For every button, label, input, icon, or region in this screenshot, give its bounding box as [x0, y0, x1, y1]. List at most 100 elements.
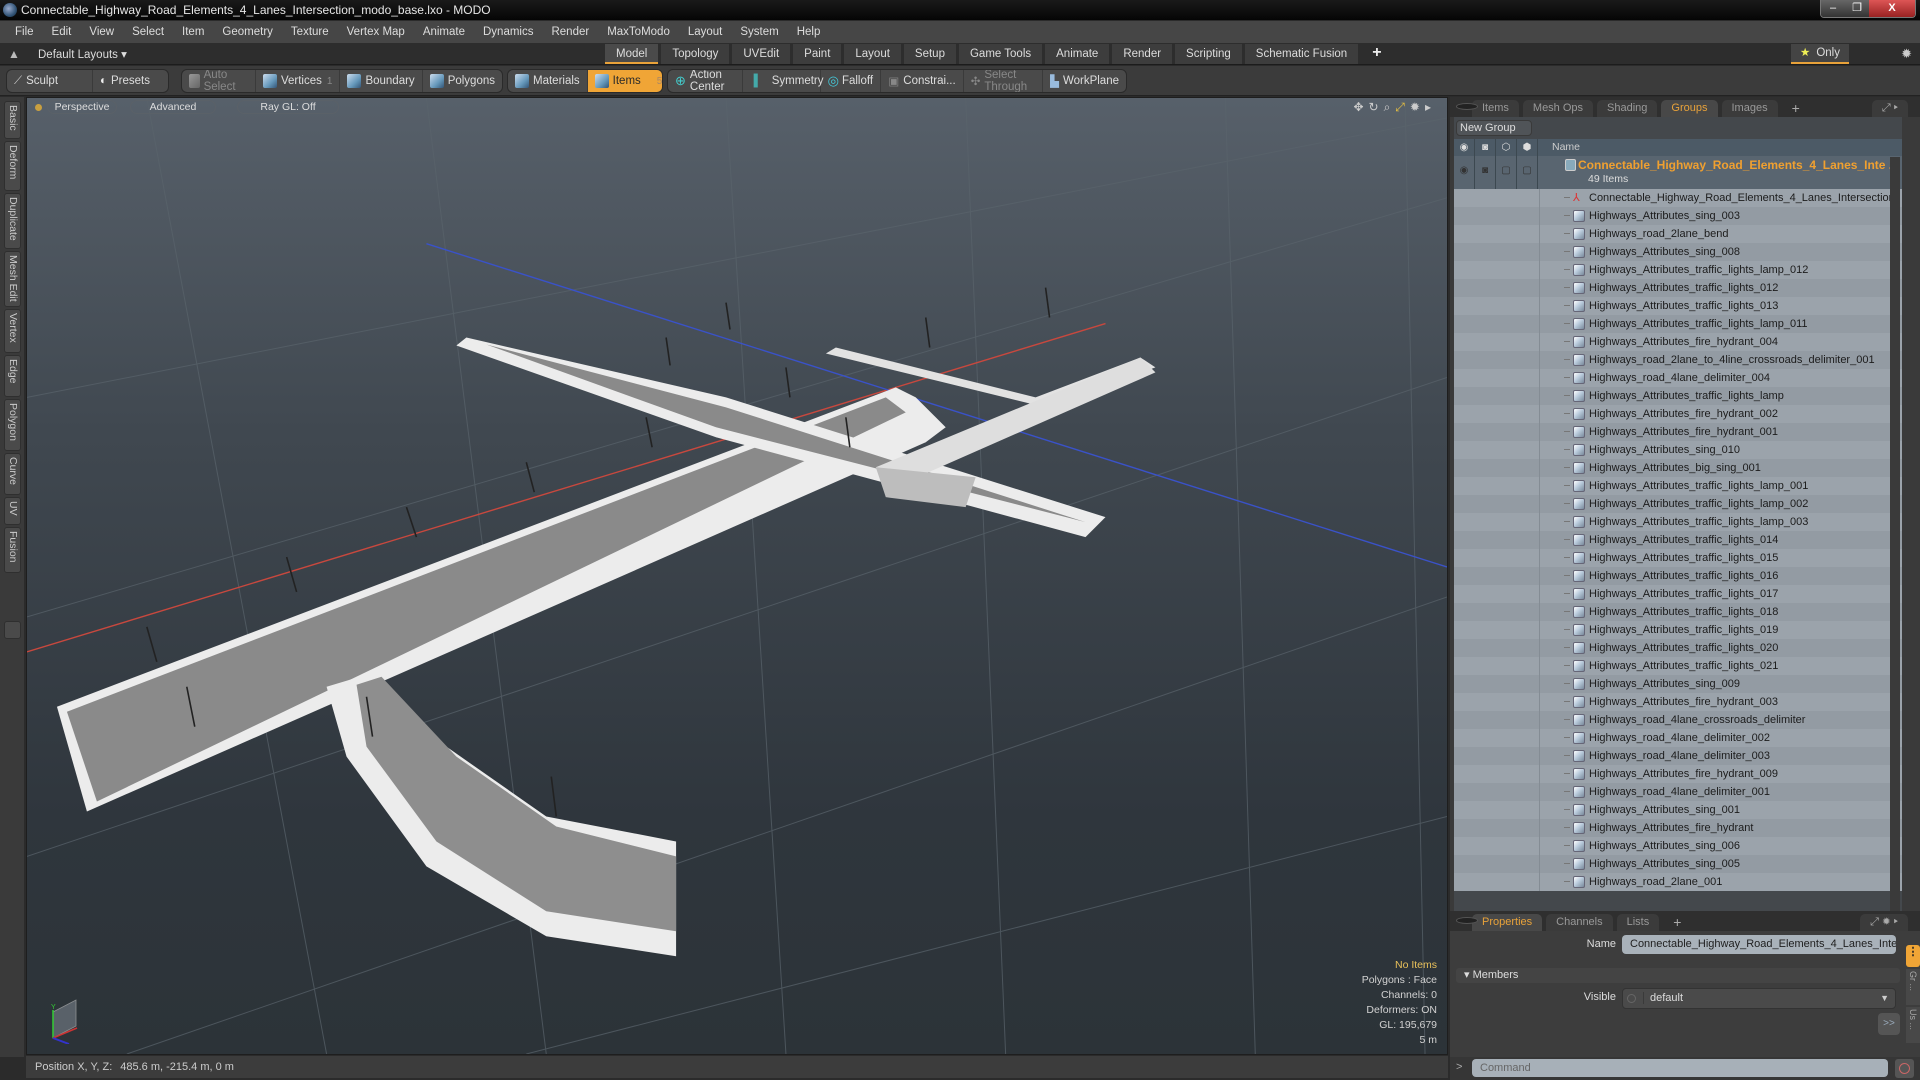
expand-panel-icon[interactable]: ⤢ ▸	[1871, 100, 1908, 117]
add-panel-tab-button[interactable]: +	[1782, 100, 1810, 117]
left-tab-fusion[interactable]: Fusion	[4, 527, 21, 573]
tab-render[interactable]: Render	[1112, 44, 1173, 64]
row-toggle-columns[interactable]	[1454, 261, 1540, 279]
zoom-icon[interactable]: ⌕	[1384, 100, 1391, 115]
list-item[interactable]: Highways_road_4lane_delimiter_003	[1454, 747, 1902, 765]
row-toggle-columns[interactable]	[1454, 189, 1540, 207]
row-toggle-columns[interactable]	[1454, 351, 1540, 369]
row-toggle-columns[interactable]	[1454, 855, 1540, 873]
list-item[interactable]: Highways_Attributes_traffic_lights_lamp_…	[1454, 513, 1902, 531]
record-macro-icon[interactable]	[1895, 1059, 1914, 1078]
list-item[interactable]: Highways_Attributes_fire_hydrant	[1454, 819, 1902, 837]
list-item[interactable]: Highways_Attributes_sing_006	[1454, 837, 1902, 855]
list-item[interactable]: Highways_Attributes_fire_hydrant_002	[1454, 405, 1902, 423]
constraints-button[interactable]: ▣ Constrai...	[881, 70, 964, 92]
row-toggle-columns[interactable]	[1454, 225, 1540, 243]
shading-mode-button[interactable]: Advanced	[130, 100, 216, 114]
left-tab-basic[interactable]: Basic	[4, 101, 21, 139]
menu-render[interactable]: Render	[542, 26, 598, 38]
menu-view[interactable]: View	[80, 26, 123, 38]
viewport-expand-arrow-icon[interactable]: ▸	[1425, 100, 1431, 115]
menu-help[interactable]: Help	[788, 26, 830, 38]
list-item[interactable]: Highways_Attributes_traffic_lights_021	[1454, 657, 1902, 675]
list-item[interactable]: Highways_Attributes_traffic_lights_014	[1454, 531, 1902, 549]
left-tab-polygon[interactable]: Polygon	[4, 399, 21, 451]
vertices-button[interactable]: Vertices 1	[256, 70, 341, 92]
tab-properties[interactable]: Properties	[1472, 914, 1543, 931]
add-properties-tab-button[interactable]: +	[1663, 914, 1691, 931]
polygons-button[interactable]: Polygons	[423, 70, 502, 92]
name-field[interactable]: Connectable_Highway_Road_Elements_4_Lane…	[1622, 935, 1896, 954]
group-lock-toggle[interactable]: ▢	[1496, 156, 1517, 189]
list-item[interactable]: Highways_road_2lane_001	[1454, 873, 1902, 891]
row-toggle-columns[interactable]	[1454, 873, 1540, 891]
list-item[interactable]: Highways_road_4lane_delimiter_002	[1454, 729, 1902, 747]
close-button[interactable]: X	[1869, 0, 1915, 17]
list-item[interactable]: Highways_Attributes_sing_003	[1454, 207, 1902, 225]
menu-vertex-map[interactable]: Vertex Map	[338, 26, 414, 38]
left-tab-edge[interactable]: Edge	[4, 355, 21, 397]
tab-uvedit[interactable]: UVEdit	[732, 44, 791, 64]
row-toggle-columns[interactable]	[1454, 765, 1540, 783]
row-toggle-columns[interactable]	[1454, 783, 1540, 801]
list-item[interactable]: Highways_Attributes_traffic_lights_017	[1454, 585, 1902, 603]
left-tab-deform[interactable]: Deform	[4, 141, 21, 191]
left-tab-uv[interactable]: UV	[4, 497, 21, 525]
row-toggle-columns[interactable]	[1454, 459, 1540, 477]
lock-column-cube-icon[interactable]: ⬡	[1496, 139, 1517, 156]
row-toggle-columns[interactable]	[1454, 495, 1540, 513]
list-item[interactable]: Highways_Attributes_traffic_lights_018	[1454, 603, 1902, 621]
list-item[interactable]: Highways_Attributes_traffic_lights_lamp	[1454, 387, 1902, 405]
tab-lists[interactable]: Lists	[1616, 914, 1660, 931]
list-item[interactable]: Highways_road_4lane_delimiter_004	[1454, 369, 1902, 387]
list-item[interactable]: Highways_road_4lane_delimiter_001	[1454, 783, 1902, 801]
list-item[interactable]: ⅄ Connectable_Highway_Road_Elements_4_Lan…	[1454, 189, 1902, 207]
more-button[interactable]: >>	[1878, 1013, 1900, 1035]
left-palette-toggle[interactable]	[4, 621, 21, 639]
row-toggle-columns[interactable]	[1454, 243, 1540, 261]
render-column-camera-icon[interactable]: ◙	[1475, 139, 1496, 156]
group-render-camera-icon[interactable]: ◙	[1475, 156, 1496, 189]
layout-home-icon[interactable]: ▲	[8, 47, 20, 61]
only-toggle[interactable]: ★ Only	[1791, 44, 1849, 64]
row-toggle-columns[interactable]	[1454, 387, 1540, 405]
symmetry-button[interactable]: ▐ Symmetry	[743, 70, 824, 92]
row-toggle-columns[interactable]	[1454, 657, 1540, 675]
row-toggle-columns[interactable]	[1454, 513, 1540, 531]
side-tab-active[interactable]: ⋮	[1906, 945, 1920, 967]
row-toggle-columns[interactable]	[1454, 549, 1540, 567]
tab-items[interactable]: Items	[1472, 100, 1519, 117]
row-toggle-columns[interactable]	[1454, 837, 1540, 855]
visible-radio[interactable]	[1627, 994, 1636, 1003]
add-layout-tab-button[interactable]: +	[1361, 44, 1392, 64]
left-tab-vertex[interactable]: Vertex	[4, 309, 21, 353]
row-toggle-columns[interactable]	[1454, 567, 1540, 585]
row-toggle-columns[interactable]	[1454, 315, 1540, 333]
new-group-button[interactable]: New Group	[1456, 120, 1532, 136]
menu-layout[interactable]: Layout	[679, 26, 732, 38]
row-toggle-columns[interactable]	[1454, 477, 1540, 495]
menu-system[interactable]: System	[731, 26, 787, 38]
members-section-header[interactable]: ▾ Members	[1456, 968, 1900, 983]
left-tab-mesh-edit[interactable]: Mesh Edit	[4, 251, 21, 307]
side-tab-groups[interactable]: Gr ...	[1906, 969, 1920, 1005]
maximize-button[interactable]: ❐	[1845, 0, 1869, 17]
list-item[interactable]: Highways_road_2lane_bend	[1454, 225, 1902, 243]
name-column-header[interactable]: Name	[1552, 139, 1580, 156]
raygl-button[interactable]: Ray GL: Off	[237, 100, 339, 114]
command-input[interactable]: Command	[1472, 1059, 1888, 1077]
visibility-column-eye-icon[interactable]: ◉	[1454, 139, 1475, 156]
sculpt-button[interactable]: ⟋ Sculpt	[7, 70, 93, 92]
action-center-button[interactable]: ⊕ Action Center	[668, 70, 743, 92]
tab-shading[interactable]: Shading	[1597, 100, 1658, 117]
tab-topology[interactable]: Topology	[661, 44, 730, 64]
menu-file[interactable]: File	[6, 26, 43, 38]
list-item[interactable]: Highways_Attributes_sing_010	[1454, 441, 1902, 459]
list-scrollbar[interactable]	[1890, 157, 1900, 911]
list-item[interactable]: Highways_Attributes_sing_005	[1454, 855, 1902, 873]
list-item[interactable]: Highways_road_2lane_to_4line_crossroads_…	[1454, 351, 1902, 369]
list-item[interactable]: Highways_Attributes_sing_001	[1454, 801, 1902, 819]
tab-channels[interactable]: Channels	[1546, 914, 1613, 931]
list-item[interactable]: Highways_Attributes_fire_hydrant_001	[1454, 423, 1902, 441]
row-toggle-columns[interactable]	[1454, 729, 1540, 747]
